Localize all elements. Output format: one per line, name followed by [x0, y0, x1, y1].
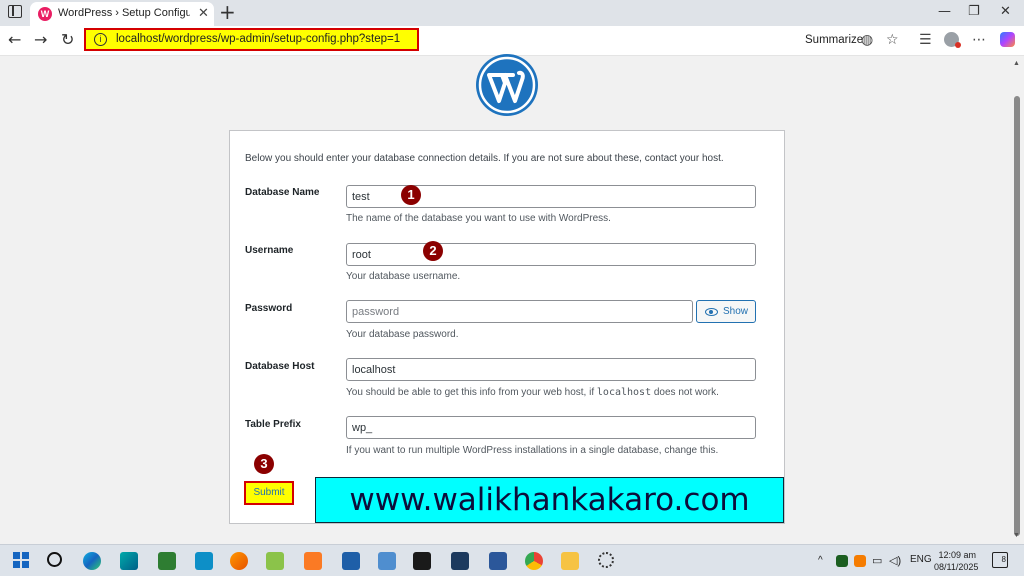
- profile-avatar[interactable]: [944, 32, 961, 48]
- watermark-banner: www.walikhankakaro.com: [315, 477, 784, 523]
- language-indicator[interactable]: ENG: [910, 554, 932, 565]
- username-hint: Your database username.: [346, 271, 461, 282]
- site-info-icon[interactable]: i: [94, 33, 107, 46]
- forward-icon[interactable]: →: [34, 30, 47, 49]
- browser-tab[interactable]: W WordPress › Setup Configuration ✕: [30, 2, 214, 26]
- app-icon-pen[interactable]: [378, 552, 396, 570]
- step-badge-3: 3: [254, 454, 274, 474]
- reading-mode-icon[interactable]: ◍: [861, 32, 873, 48]
- mysql-workbench-icon[interactable]: [451, 552, 469, 570]
- step-badge-1: 1: [401, 185, 421, 205]
- app-icon-shark[interactable]: [120, 552, 138, 570]
- username-field[interactable]: root: [346, 243, 756, 266]
- password-hint: Your database password.: [346, 329, 459, 340]
- firefox-icon[interactable]: [230, 552, 248, 570]
- volume-icon[interactable]: ◁): [889, 554, 901, 567]
- tray-xampp-icon[interactable]: [854, 555, 866, 567]
- username-label: Username: [245, 245, 294, 256]
- scroll-up-icon[interactable]: ▲: [1013, 60, 1020, 67]
- url-text: localhost/wordpress/wp-admin/setup-confi…: [116, 33, 401, 45]
- close-window-icon[interactable]: ✕: [1000, 4, 1011, 19]
- address-toolbar: ← → ↻ i localhost/wordpress/wp-admin/set…: [0, 26, 1024, 56]
- password-label: Password: [245, 303, 293, 314]
- search-icon[interactable]: [47, 552, 62, 567]
- show-password-label: Show: [723, 306, 749, 317]
- taskbar: ^ ▭ ◁) ENG 12:09 am 08/11/2025 8: [0, 544, 1024, 576]
- clock[interactable]: 12:09 am 08/11/2025: [934, 549, 979, 573]
- intro-text: Below you should enter your database con…: [245, 153, 724, 164]
- notepad-plus-icon[interactable]: [266, 552, 284, 570]
- more-options-icon[interactable]: ⋯: [972, 32, 986, 48]
- new-tab-button[interactable]: +: [219, 1, 236, 23]
- submit-button[interactable]: Submit: [244, 481, 294, 505]
- tab-title: WordPress › Setup Configuration: [58, 7, 190, 19]
- summarize-button[interactable]: Summarize: [805, 34, 863, 46]
- back-icon[interactable]: ←: [8, 30, 21, 49]
- close-tab-icon[interactable]: ✕: [198, 5, 209, 21]
- address-bar[interactable]: i localhost/wordpress/wp-admin/setup-con…: [84, 28, 419, 51]
- settings-gear-icon[interactable]: [598, 552, 614, 568]
- favorites-icon[interactable]: ☰: [919, 32, 932, 48]
- table-prefix-field[interactable]: wp_: [346, 416, 756, 439]
- network-icon[interactable]: ▭: [872, 554, 882, 567]
- tray-chevron-up-icon[interactable]: ^: [818, 555, 823, 566]
- table-prefix-label: Table Prefix: [245, 419, 301, 430]
- chrome-icon[interactable]: [525, 552, 543, 570]
- database-name-label: Database Name: [245, 187, 320, 198]
- file-explorer-icon[interactable]: [561, 552, 579, 570]
- step-badge-2: 2: [423, 241, 443, 261]
- copilot-icon[interactable]: [1000, 32, 1015, 47]
- terminal-icon[interactable]: [413, 552, 431, 570]
- xampp-icon[interactable]: [304, 552, 322, 570]
- app-icon-v[interactable]: [158, 552, 176, 570]
- database-host-label: Database Host: [245, 361, 315, 372]
- tab-actions-icon[interactable]: [8, 5, 22, 18]
- table-prefix-hint: If you want to run multiple WordPress in…: [346, 445, 719, 456]
- database-host-hint: You should be able to get this info from…: [346, 387, 719, 398]
- favorite-star-icon[interactable]: ☆: [886, 32, 899, 48]
- tab-bar: W WordPress › Setup Configuration ✕ + — …: [0, 0, 1024, 26]
- wp-favicon-icon: W: [38, 7, 52, 21]
- page-scrollbar[interactable]: ▲ ▼: [1010, 56, 1024, 544]
- word-icon[interactable]: [489, 552, 507, 570]
- scroll-down-icon[interactable]: ▼: [1013, 532, 1020, 539]
- app-icon-bolt[interactable]: [195, 552, 213, 570]
- eye-icon: [705, 308, 718, 316]
- database-name-hint: The name of the database you want to use…: [346, 213, 611, 224]
- wordpress-logo-icon: [476, 54, 538, 116]
- show-password-button[interactable]: Show: [696, 300, 756, 323]
- refresh-icon[interactable]: ↻: [61, 30, 74, 49]
- tray-app-icon[interactable]: [836, 555, 848, 567]
- clock-date: 08/11/2025: [934, 562, 979, 572]
- password-field[interactable]: password: [346, 300, 693, 323]
- setup-form: Below you should enter your database con…: [229, 130, 785, 524]
- clock-time: 12:09 am: [938, 550, 976, 560]
- restore-icon[interactable]: ❐: [968, 4, 980, 19]
- edge-browser-icon[interactable]: [83, 552, 101, 570]
- powershell-icon[interactable]: [342, 552, 360, 570]
- notification-badge[interactable]: 8: [992, 552, 1008, 568]
- database-host-field[interactable]: localhost: [346, 358, 756, 381]
- scrollbar-thumb[interactable]: [1014, 96, 1020, 536]
- windows-start-icon[interactable]: [13, 552, 31, 570]
- minimize-icon[interactable]: —: [938, 4, 951, 19]
